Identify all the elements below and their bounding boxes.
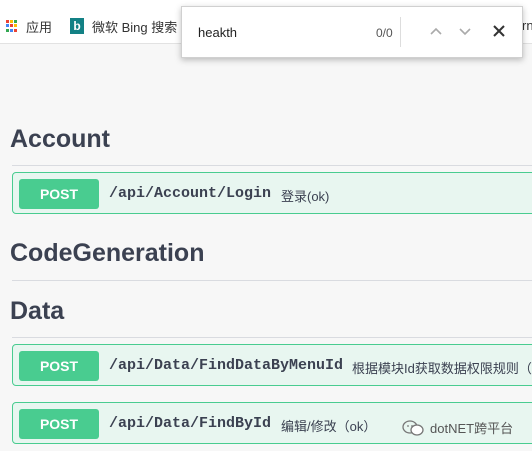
close-icon <box>493 25 505 37</box>
endpoint-path: /api/Data/FindDataByMenuId <box>109 357 344 374</box>
tag-divider <box>12 337 532 338</box>
method-badge: POST <box>19 351 99 381</box>
method-badge: POST <box>19 179 99 209</box>
apps-grid-icon <box>6 20 18 32</box>
tag-title-codegeneration[interactable]: CodeGeneration <box>10 239 204 268</box>
find-input[interactable] <box>198 21 348 43</box>
find-next-button[interactable] <box>454 20 476 42</box>
endpoint-path: /api/Data/FindById <box>109 415 272 432</box>
find-close-button[interactable] <box>488 20 510 42</box>
method-badge: POST <box>19 409 99 439</box>
bookmark-apps[interactable]: 应用 <box>6 17 52 35</box>
bookmark-overflow[interactable]: rn <box>522 18 532 33</box>
find-previous-button[interactable] <box>425 20 447 42</box>
find-bar: 0/0 <box>181 6 523 58</box>
opblock-data-finddatabymenuid[interactable]: POST /api/Data/FindDataByMenuId 根据模块Id获取… <box>12 344 532 386</box>
endpoint-summary: 编辑/修改（ok） <box>281 419 377 434</box>
tag-divider <box>12 165 532 166</box>
chevron-down-icon <box>459 28 471 36</box>
bookmark-apps-label: 应用 <box>26 19 53 35</box>
find-match-count: 0/0 <box>376 26 393 40</box>
endpoint-summary: 登录(ok) <box>281 189 330 204</box>
endpoint-summary: 根据模块Id获取数据权限规则（ <box>352 361 532 376</box>
bing-logo-icon: b <box>70 18 84 34</box>
tag-title-account[interactable]: Account <box>10 125 110 154</box>
tag-title-data[interactable]: Data <box>10 297 64 326</box>
wechat-icon <box>402 419 424 436</box>
chevron-up-icon <box>430 27 442 35</box>
watermark: dotNET跨平台 <box>402 418 513 437</box>
find-divider <box>400 17 401 47</box>
bookmark-bing[interactable]: b 微软 Bing 搜索 <box>70 17 177 35</box>
bookmark-bing-label: 微软 Bing 搜索 <box>92 19 178 35</box>
tag-divider <box>12 280 532 281</box>
opblock-account-login[interactable]: POST /api/Account/Login 登录(ok) <box>12 172 532 214</box>
endpoint-path: /api/Account/Login <box>109 185 272 202</box>
watermark-text: dotNET跨平台 <box>430 421 514 436</box>
